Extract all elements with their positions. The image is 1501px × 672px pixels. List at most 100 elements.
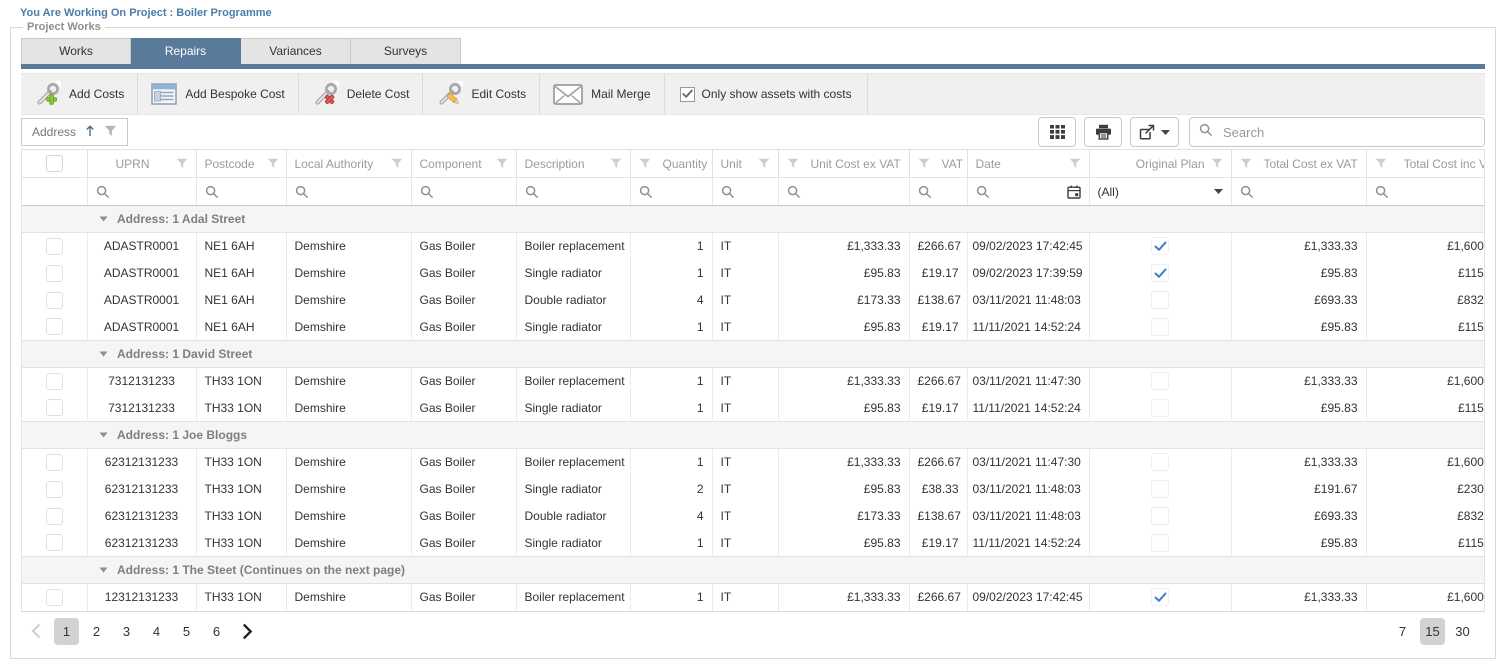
cell-authority[interactable]: Demshire (286, 449, 411, 476)
cell-total_inc[interactable]: £230.00 (1366, 476, 1485, 503)
cell-date[interactable]: 11/11/2021 14:52:24 (967, 530, 1089, 557)
cell-description[interactable]: Single radiator (516, 530, 630, 557)
cell-total_ex[interactable]: £1,333.33 (1231, 233, 1366, 260)
original-plan-checkbox[interactable] (1151, 507, 1169, 525)
table-row[interactable]: 62312131233TH33 1ONDemshireGas BoilerBoi… (22, 449, 1485, 476)
cell-unit[interactable]: IT (712, 260, 778, 287)
cell-description[interactable]: Double radiator (516, 503, 630, 530)
header-filter-icon-total_inc[interactable] (1375, 158, 1387, 169)
cell-quantity[interactable]: 1 (630, 584, 712, 611)
cell-component[interactable]: Gas Boiler (411, 584, 516, 611)
cell-postcode[interactable]: TH33 1ON (196, 530, 286, 557)
filter-cell-description[interactable] (516, 178, 630, 206)
filter-cell-total_ex[interactable] (1231, 178, 1366, 206)
row-checkbox[interactable] (46, 373, 63, 390)
page-button-1[interactable]: 1 (54, 618, 79, 645)
cell-postcode[interactable]: TH33 1ON (196, 584, 286, 611)
cell-vat[interactable]: £19.17 (909, 530, 967, 557)
cell-unit_cost[interactable]: £95.83 (778, 260, 909, 287)
header-filter-icon-postcode[interactable] (267, 158, 279, 169)
cell-quantity[interactable]: 1 (630, 368, 712, 395)
cell-unit_cost[interactable]: £95.83 (778, 476, 909, 503)
column-header-vat[interactable]: VAT (909, 150, 967, 178)
cell-unit[interactable]: IT (712, 584, 778, 611)
cell-uprn[interactable]: 62312131233 (87, 530, 196, 557)
cell-unit[interactable]: IT (712, 530, 778, 557)
row-checkbox[interactable] (46, 534, 63, 551)
table-row[interactable]: 7312131233TH33 1ONDemshireGas BoilerBoil… (22, 368, 1485, 395)
cell-unit[interactable]: IT (712, 287, 778, 314)
page-size-button-7[interactable]: 7 (1390, 618, 1415, 645)
table-row[interactable]: ADASTR0001NE1 6AHDemshireGas BoilerDoubl… (22, 287, 1485, 314)
row-checkbox[interactable] (46, 292, 63, 309)
cell-original_plan[interactable] (1089, 287, 1231, 314)
cell-select[interactable] (22, 314, 87, 341)
cell-unit_cost[interactable]: £95.83 (778, 314, 909, 341)
row-checkbox[interactable] (46, 265, 63, 282)
cell-total_ex[interactable]: £191.67 (1231, 476, 1366, 503)
column-header-original_plan[interactable]: Original Plan (1089, 150, 1231, 178)
header-filter-icon-unit_cost[interactable] (787, 158, 799, 169)
group-collapse-icon[interactable] (99, 347, 117, 361)
header-filter-icon-quantity[interactable] (639, 158, 651, 169)
cell-vat[interactable]: £19.17 (909, 395, 967, 422)
cell-unit[interactable]: IT (712, 395, 778, 422)
header-filter-icon-unit[interactable] (758, 158, 770, 169)
cell-uprn[interactable]: 12312131233 (87, 584, 196, 611)
export-button[interactable] (1130, 117, 1179, 147)
cell-authority[interactable]: Demshire (286, 368, 411, 395)
cell-total_ex[interactable]: £95.83 (1231, 395, 1366, 422)
cell-uprn[interactable]: ADASTR0001 (87, 260, 196, 287)
toolbar-button-mail-merge[interactable]: Mail Merge (540, 74, 664, 114)
table-row[interactable]: 12312131233TH33 1ONDemshireGas BoilerBoi… (22, 584, 1485, 611)
cell-postcode[interactable]: TH33 1ON (196, 476, 286, 503)
column-chooser-button[interactable] (1038, 117, 1076, 147)
cell-postcode[interactable]: NE1 6AH (196, 314, 286, 341)
cell-unit[interactable]: IT (712, 476, 778, 503)
page-button-2[interactable]: 2 (84, 618, 109, 645)
cell-quantity[interactable]: 4 (630, 287, 712, 314)
group-collapse-icon[interactable] (99, 563, 117, 577)
cell-select[interactable] (22, 368, 87, 395)
toolbar-button-edit-costs[interactable]: Edit Costs (423, 74, 540, 114)
row-checkbox[interactable] (46, 318, 63, 335)
cell-total_ex[interactable]: £95.83 (1231, 314, 1366, 341)
cell-quantity[interactable]: 1 (630, 260, 712, 287)
cell-quantity[interactable]: 1 (630, 233, 712, 260)
toolbar-button-add-costs[interactable]: Add Costs (21, 74, 138, 114)
table-row[interactable]: 62312131233TH33 1ONDemshireGas BoilerDou… (22, 503, 1485, 530)
cell-original_plan[interactable] (1089, 449, 1231, 476)
cell-total_inc[interactable]: £1,600.00 (1366, 233, 1485, 260)
column-header-component[interactable]: Component (411, 150, 516, 178)
group-filter-icon[interactable] (104, 125, 117, 140)
group-row[interactable]: Address: 1 The Steet (Continues on the n… (22, 557, 1485, 584)
row-checkbox[interactable] (46, 508, 63, 525)
page-button-3[interactable]: 3 (114, 618, 139, 645)
cell-original_plan[interactable] (1089, 584, 1231, 611)
only-show-assets-toggle[interactable]: Only show assets with costs (665, 74, 868, 114)
cell-component[interactable]: Gas Boiler (411, 314, 516, 341)
cell-component[interactable]: Gas Boiler (411, 287, 516, 314)
cell-authority[interactable]: Demshire (286, 395, 411, 422)
group-collapse-icon[interactable] (99, 428, 117, 442)
header-filter-icon-authority[interactable] (391, 158, 403, 169)
table-row[interactable]: 62312131233TH33 1ONDemshireGas BoilerSin… (22, 530, 1485, 557)
original-plan-checkbox[interactable] (1151, 318, 1169, 336)
cell-vat[interactable]: £19.17 (909, 314, 967, 341)
original-plan-checkbox[interactable] (1151, 480, 1169, 498)
cell-select[interactable] (22, 287, 87, 314)
cell-vat[interactable]: £266.67 (909, 233, 967, 260)
filter-cell-date[interactable] (967, 178, 1089, 206)
filter-cell-unit[interactable] (712, 178, 778, 206)
page-size-button-15[interactable]: 15 (1420, 618, 1445, 645)
cell-postcode[interactable]: TH33 1ON (196, 395, 286, 422)
cell-description[interactable]: Single radiator (516, 314, 630, 341)
cell-original_plan[interactable] (1089, 476, 1231, 503)
column-header-unit[interactable]: Unit (712, 150, 778, 178)
page-button-6[interactable]: 6 (204, 618, 229, 645)
cell-postcode[interactable]: NE1 6AH (196, 260, 286, 287)
filter-cell-original_plan[interactable]: (All) (1089, 178, 1231, 206)
cell-description[interactable]: Boiler replacement (516, 584, 630, 611)
cell-date[interactable]: 09/02/2023 17:42:45 (967, 233, 1089, 260)
cell-description[interactable]: Single radiator (516, 476, 630, 503)
